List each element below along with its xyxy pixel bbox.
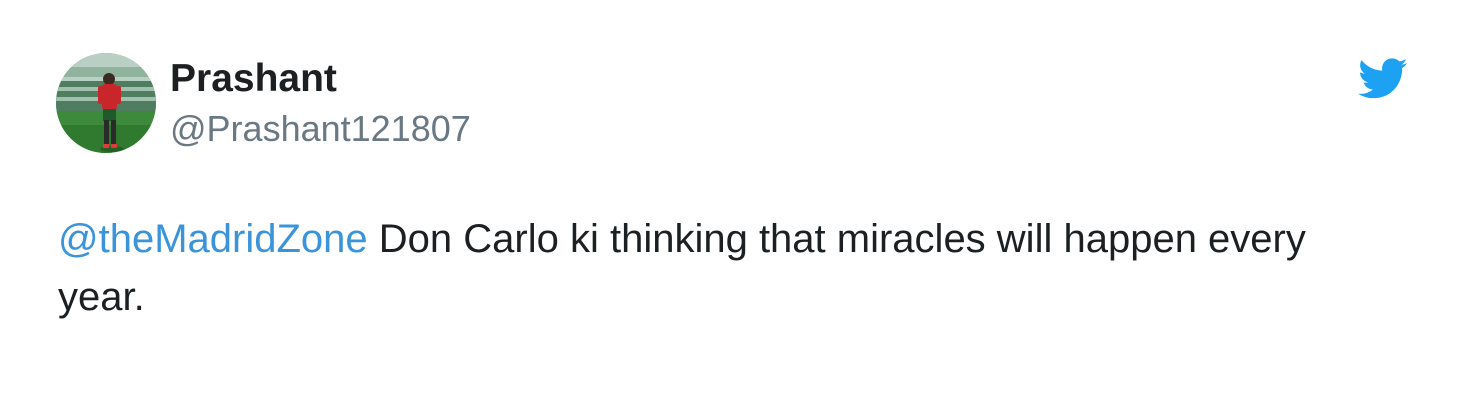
author-handle[interactable]: @Prashant121807 bbox=[170, 108, 471, 150]
tweet-card: Prashant @Prashant121807 @theMadridZone … bbox=[0, 0, 1460, 405]
tweet-text: @theMadridZone Don Carlo ki thinking tha… bbox=[58, 210, 1398, 326]
mention-link[interactable]: @theMadridZone bbox=[58, 217, 368, 261]
twitter-bird-icon[interactable] bbox=[1358, 58, 1408, 100]
author-display-name[interactable]: Prashant bbox=[170, 56, 337, 102]
avatar-image bbox=[56, 53, 156, 153]
author-avatar[interactable] bbox=[56, 53, 156, 153]
